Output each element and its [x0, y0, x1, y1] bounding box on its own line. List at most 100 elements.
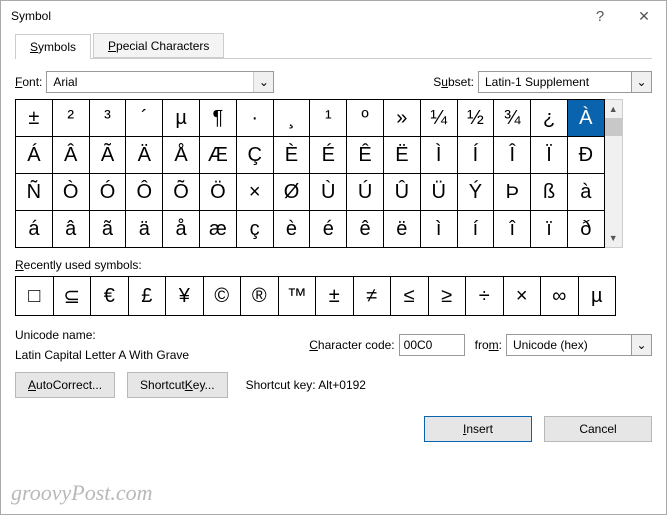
symbol-cell[interactable]: Ò [53, 174, 90, 211]
symbol-cell[interactable]: ´ [126, 100, 163, 137]
scrollbar-thumb[interactable] [605, 118, 622, 136]
unicode-name-value: Latin Capital Letter A With Grave [15, 348, 189, 362]
symbol-cell[interactable]: Ä [126, 137, 163, 174]
close-button[interactable]: ✕ [622, 1, 666, 31]
symbol-cell[interactable]: Ç [237, 137, 274, 174]
recent-symbol-cell[interactable]: ± [316, 277, 354, 315]
symbol-cell[interactable]: Ø [274, 174, 311, 211]
symbol-cell[interactable]: å [163, 211, 200, 248]
symbol-cell[interactable]: Ú [347, 174, 384, 211]
symbol-cell[interactable]: è [274, 211, 311, 248]
symbol-cell[interactable]: Û [384, 174, 421, 211]
symbol-cell[interactable]: â [53, 211, 90, 248]
recent-symbol-cell[interactable]: ⊆ [54, 277, 92, 315]
symbol-cell[interactable]: ð [568, 211, 605, 248]
grid-scrollbar[interactable]: ▲ ▼ [605, 99, 623, 248]
from-select[interactable]: Unicode (hex) [506, 334, 632, 356]
recent-label: Recently used symbols: [15, 258, 652, 272]
symbol-cell[interactable]: É [310, 137, 347, 174]
recent-symbol-cell[interactable]: £ [129, 277, 167, 315]
symbol-cell[interactable]: ß [531, 174, 568, 211]
recent-symbol-cell[interactable]: □ [16, 277, 54, 315]
symbol-cell[interactable]: Á [16, 137, 53, 174]
symbol-cell[interactable]: Ê [347, 137, 384, 174]
symbol-cell[interactable]: Ë [384, 137, 421, 174]
symbol-cell[interactable]: Æ [200, 137, 237, 174]
symbol-cell[interactable]: × [237, 174, 274, 211]
symbol-cell[interactable]: Ó [90, 174, 127, 211]
font-select[interactable]: Arial ⌄ [46, 71, 274, 93]
symbol-cell[interactable]: Ì [421, 137, 458, 174]
symbol-cell[interactable]: Ñ [16, 174, 53, 211]
symbol-cell[interactable]: Å [163, 137, 200, 174]
symbol-cell[interactable]: ² [53, 100, 90, 137]
symbol-cell[interactable]: ë [384, 211, 421, 248]
symbol-cell[interactable]: ê [347, 211, 384, 248]
symbol-cell[interactable]: Þ [494, 174, 531, 211]
cancel-button[interactable]: Cancel [544, 416, 652, 442]
window-title: Symbol [11, 9, 578, 23]
recent-symbols: □⊆€£¥©®™±≠≤≥÷×∞µ [15, 276, 616, 316]
symbol-cell[interactable]: ¶ [200, 100, 237, 137]
symbol-cell[interactable]: Ã [90, 137, 127, 174]
symbol-cell[interactable]: Ð [568, 137, 605, 174]
symbol-cell[interactable]: Î [494, 137, 531, 174]
recent-symbol-cell[interactable]: ® [241, 277, 279, 315]
symbol-cell[interactable]: Ï [531, 137, 568, 174]
symbol-cell[interactable]: Ô [126, 174, 163, 211]
symbol-cell[interactable]: Ü [421, 174, 458, 211]
shortcut-key-button[interactable]: Shortcut Key... [127, 372, 228, 398]
symbol-cell[interactable]: ¸ [274, 100, 311, 137]
symbol-cell[interactable]: Ù [310, 174, 347, 211]
insert-button[interactable]: Insert [424, 416, 532, 442]
recent-symbol-cell[interactable]: ∞ [541, 277, 579, 315]
symbol-cell[interactable]: é [310, 211, 347, 248]
symbol-cell[interactable]: ä [126, 211, 163, 248]
symbol-cell[interactable]: í [458, 211, 495, 248]
symbol-cell[interactable]: î [494, 211, 531, 248]
symbol-cell[interactable]: æ [200, 211, 237, 248]
symbol-cell[interactable]: ç [237, 211, 274, 248]
recent-symbol-cell[interactable]: © [204, 277, 242, 315]
symbol-cell[interactable]: á [16, 211, 53, 248]
symbol-cell[interactable]: ³ [90, 100, 127, 137]
recent-symbol-cell[interactable]: × [504, 277, 542, 315]
symbol-cell[interactable]: ¹ [310, 100, 347, 137]
recent-symbol-cell[interactable]: ≠ [354, 277, 392, 315]
symbol-cell[interactable]: à [568, 174, 605, 211]
recent-symbol-cell[interactable]: ™ [279, 277, 317, 315]
recent-symbol-cell[interactable]: µ [579, 277, 617, 315]
symbol-cell[interactable]: ì [421, 211, 458, 248]
symbol-cell[interactable]: ¾ [494, 100, 531, 137]
recent-symbol-cell[interactable]: ÷ [466, 277, 504, 315]
subset-select[interactable]: Latin-1 Supplement [478, 71, 632, 93]
scroll-up-icon[interactable]: ▲ [605, 100, 622, 118]
recent-symbol-cell[interactable]: ≥ [429, 277, 467, 315]
symbol-cell[interactable]: º [347, 100, 384, 137]
symbol-cell[interactable]: ¿ [531, 100, 568, 137]
recent-symbol-cell[interactable]: ≤ [391, 277, 429, 315]
symbol-cell[interactable]: µ [163, 100, 200, 137]
autocorrect-button[interactable]: AutoCorrect... [15, 372, 115, 398]
symbol-cell[interactable]: Â [53, 137, 90, 174]
tab-special-characters[interactable]: Ppecial Characters [93, 33, 224, 58]
symbol-cell[interactable]: ï [531, 211, 568, 248]
tab-symbols[interactable]: Symbols [15, 34, 91, 59]
help-button[interactable]: ? [578, 1, 622, 31]
symbol-cell[interactable]: Ö [200, 174, 237, 211]
symbol-cell[interactable]: È [274, 137, 311, 174]
symbol-cell[interactable]: Ý [458, 174, 495, 211]
symbol-cell[interactable]: » [384, 100, 421, 137]
symbol-cell[interactable]: ½ [458, 100, 495, 137]
symbol-cell[interactable]: ¼ [421, 100, 458, 137]
scroll-down-icon[interactable]: ▼ [605, 229, 622, 247]
symbol-cell[interactable]: À [568, 100, 605, 137]
symbol-cell[interactable]: Õ [163, 174, 200, 211]
symbol-cell[interactable]: ã [90, 211, 127, 248]
symbol-cell[interactable]: Í [458, 137, 495, 174]
charcode-input[interactable] [399, 334, 465, 356]
symbol-cell[interactable]: ± [16, 100, 53, 137]
recent-symbol-cell[interactable]: € [91, 277, 129, 315]
symbol-cell[interactable]: · [237, 100, 274, 137]
recent-symbol-cell[interactable]: ¥ [166, 277, 204, 315]
